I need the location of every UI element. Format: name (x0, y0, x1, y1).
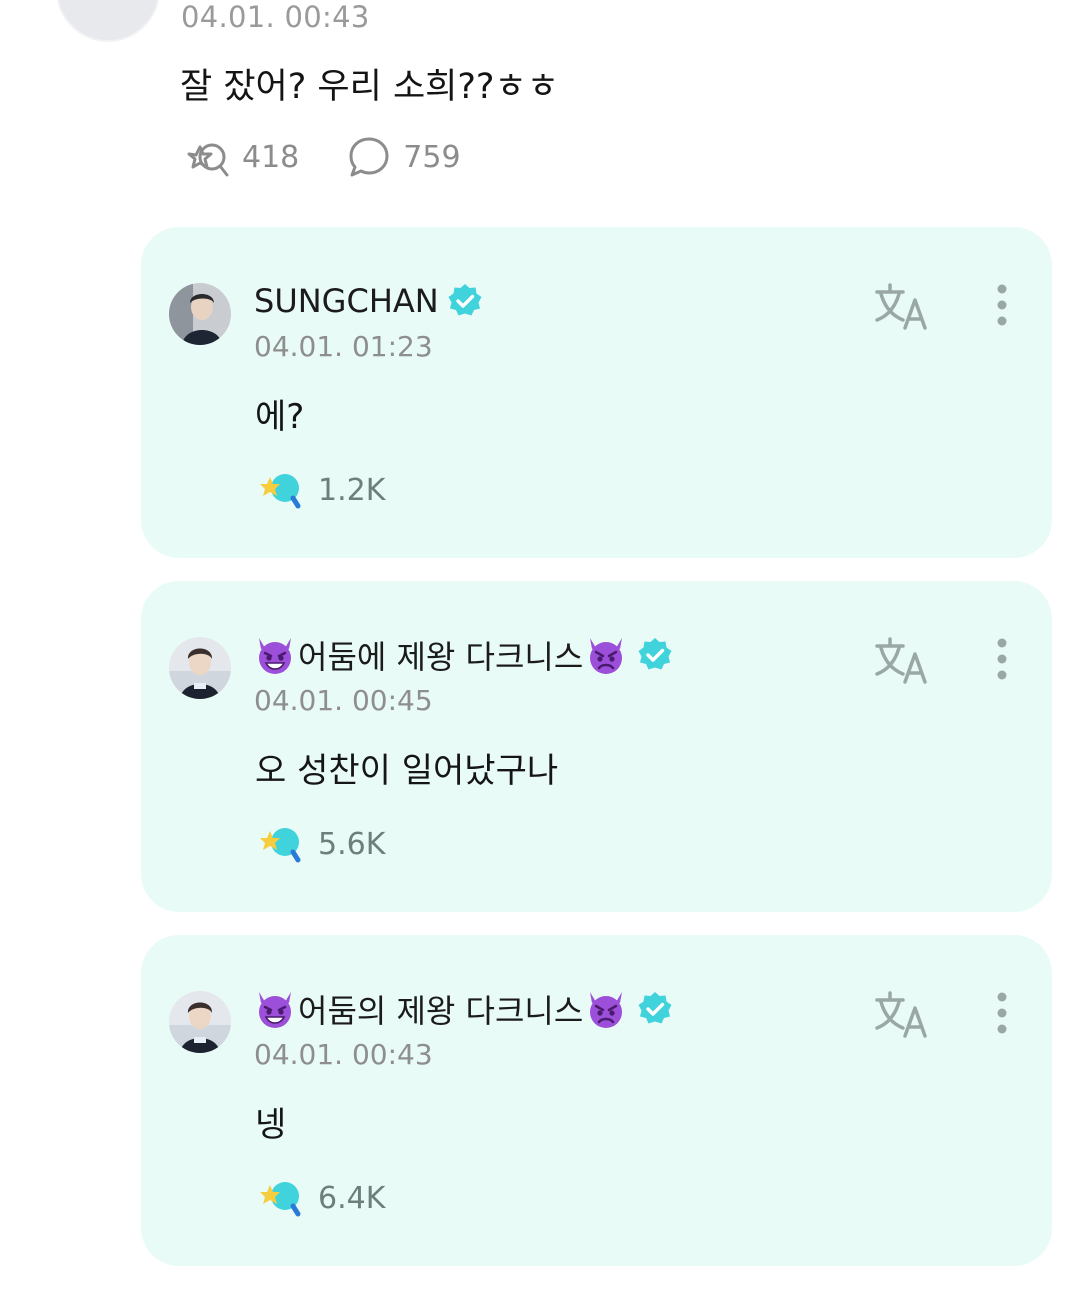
translate-button[interactable] (873, 636, 933, 686)
reaction-button[interactable]: 418 (182, 135, 299, 179)
verified-badge-icon (448, 284, 482, 316)
reply-like-button[interactable]: 1.2K (258, 467, 385, 513)
more-options-button[interactable] (987, 283, 1017, 333)
verified-badge-icon (638, 638, 672, 670)
reply-like-button[interactable]: 5.6K (258, 821, 385, 867)
reply-text: 오 성찬이 일어났구나 (255, 751, 559, 791)
translate-icon (875, 637, 927, 684)
reply-text: 넹 (255, 1105, 287, 1145)
smiling-devil-emoji (259, 638, 291, 674)
original-post: 04.01. 00:43 잘 잤어? 우리 소희??ㅎㅎ 418 759 (0, 0, 1080, 210)
more-options-button[interactable] (987, 637, 1017, 687)
more-options-button[interactable] (987, 991, 1017, 1041)
reply-card: 어둠의 제왕 다크니스 04.01. 00:43 넹 6.4K (141, 935, 1052, 1266)
star-bubble-icon (260, 474, 301, 509)
post-text: 잘 잤어? 우리 소희??ㅎㅎ (180, 67, 559, 107)
translate-icon (875, 283, 927, 330)
author-name[interactable]: 어둠에 제왕 다크니스 (298, 632, 583, 678)
comment-count: 759 (403, 139, 461, 175)
reply-timestamp: 04.01. 00:45 (254, 684, 433, 717)
reply-card: SUNGCHAN 04.01. 01:23 에? 1.2K (141, 227, 1052, 558)
post-actions: 418 759 (182, 135, 509, 179)
avatar[interactable] (169, 991, 231, 1053)
reply-author-row: 어둠에 제왕 다크니스 (254, 633, 673, 677)
translate-button[interactable] (873, 282, 933, 332)
reply-author-row: SUNGCHAN (254, 279, 483, 323)
reply-author-row: 어둠의 제왕 다크니스 (254, 987, 673, 1031)
smiling-devil-emoji (259, 992, 291, 1028)
reply-text: 에? (255, 397, 305, 437)
angry-devil-emoji (590, 992, 623, 1028)
author-name[interactable]: SUNGCHAN (254, 282, 439, 320)
author-name[interactable]: 어둠의 제왕 다크니스 (298, 986, 583, 1032)
avatar[interactable] (169, 283, 231, 345)
reply-card: 어둠에 제왕 다크니스 04.01. 00:45 오 성찬이 일어났구나 5.6… (141, 581, 1052, 912)
translate-button[interactable] (873, 990, 933, 1040)
comment-button[interactable]: 759 (347, 135, 461, 179)
reaction-count: 418 (242, 139, 300, 175)
reply-timestamp: 04.01. 01:23 (254, 330, 433, 363)
more-vertical-icon (997, 992, 1007, 1034)
verified-badge-icon (638, 992, 672, 1024)
comment-icon (349, 137, 389, 177)
more-vertical-icon (997, 284, 1007, 326)
reply-like-count: 5.6K (318, 826, 386, 862)
star-bubble-icon (187, 143, 229, 177)
reply-like-button[interactable]: 6.4K (258, 1175, 385, 1221)
reply-like-count: 6.4K (318, 1180, 386, 1216)
avatar[interactable] (56, 0, 160, 42)
more-vertical-icon (997, 638, 1007, 680)
reply-like-count: 1.2K (318, 472, 386, 508)
reply-timestamp: 04.01. 00:43 (254, 1038, 433, 1071)
star-bubble-icon (260, 1182, 301, 1217)
angry-devil-emoji (590, 638, 623, 674)
translate-icon (875, 991, 927, 1038)
star-bubble-icon (260, 828, 301, 863)
post-timestamp: 04.01. 00:43 (181, 0, 370, 34)
avatar[interactable] (169, 637, 231, 699)
